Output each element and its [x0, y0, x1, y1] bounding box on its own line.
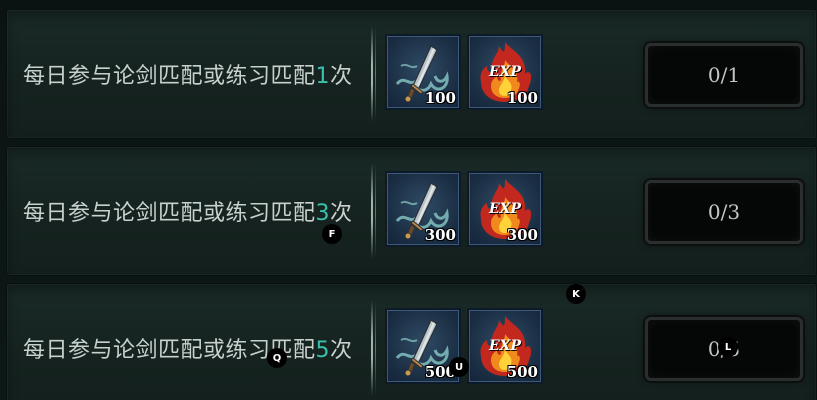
exp-badge: EXP — [488, 64, 522, 80]
quest-count: 5 — [315, 338, 331, 363]
progress-text: 0/1 — [707, 63, 741, 87]
reward-quantity: 300 — [424, 226, 456, 244]
row-divider — [371, 300, 376, 396]
quest-text-prefix: 每日参与论剑匹配或练习匹配 — [23, 64, 316, 89]
quest-text-suffix: 次 — [330, 338, 353, 363]
quest-text-prefix: 每日参与论剑匹配或练习匹配 — [23, 201, 316, 226]
quest-description: 每日参与论剑匹配或练习匹配3次 — [23, 195, 353, 227]
progress-counter: 0/3 — [645, 180, 803, 244]
quest-text-suffix: 次 — [330, 64, 353, 89]
reward-item-exp[interactable]: EXP 500 — [467, 308, 543, 384]
progress-text: 0/3 — [707, 200, 741, 224]
reward-item-sword[interactable]: 300 — [385, 171, 461, 247]
marker-k: K — [566, 284, 586, 304]
progress-counter: 0/1 — [645, 43, 803, 107]
quest-count: 1 — [315, 64, 331, 89]
daily-quest-list: 每日参与论剑匹配或练习匹配1次 100 EXP 100 0/1 每日参与论剑匹配… — [0, 0, 817, 400]
quest-description: 每日参与论剑匹配或练习匹配1次 — [23, 58, 353, 90]
reward-quantity: 500 — [506, 363, 538, 381]
marker-l: L — [718, 337, 738, 357]
reward-item-exp[interactable]: EXP 300 — [467, 171, 543, 247]
reward-item-sword[interactable]: 100 — [385, 34, 461, 110]
reward-quantity: 100 — [424, 89, 456, 107]
reward-quantity: 300 — [506, 226, 538, 244]
quest-text-suffix: 次 — [330, 201, 353, 226]
marker-q: Q — [267, 348, 287, 368]
reward-item-exp[interactable]: EXP 100 — [467, 34, 543, 110]
exp-badge: EXP — [488, 201, 522, 217]
marker-f: F — [322, 224, 342, 244]
marker-u: U — [449, 357, 469, 377]
quest-row: 每日参与论剑匹配或练习匹配5次 500 EXP 500 — [6, 283, 817, 400]
row-divider — [371, 26, 376, 122]
row-divider — [371, 163, 376, 259]
quest-description: 每日参与论剑匹配或练习匹配5次 — [23, 332, 353, 364]
exp-badge: EXP — [488, 338, 522, 354]
quest-count: 3 — [315, 201, 331, 226]
quest-row: 每日参与论剑匹配或练习匹配1次 100 EXP 100 0/1 — [6, 9, 817, 139]
reward-quantity: 100 — [506, 89, 538, 107]
quest-row: 每日参与论剑匹配或练习匹配3次 300 EXP 300 0/3 — [6, 146, 817, 276]
reward-item-sword[interactable]: 500 — [385, 308, 461, 384]
